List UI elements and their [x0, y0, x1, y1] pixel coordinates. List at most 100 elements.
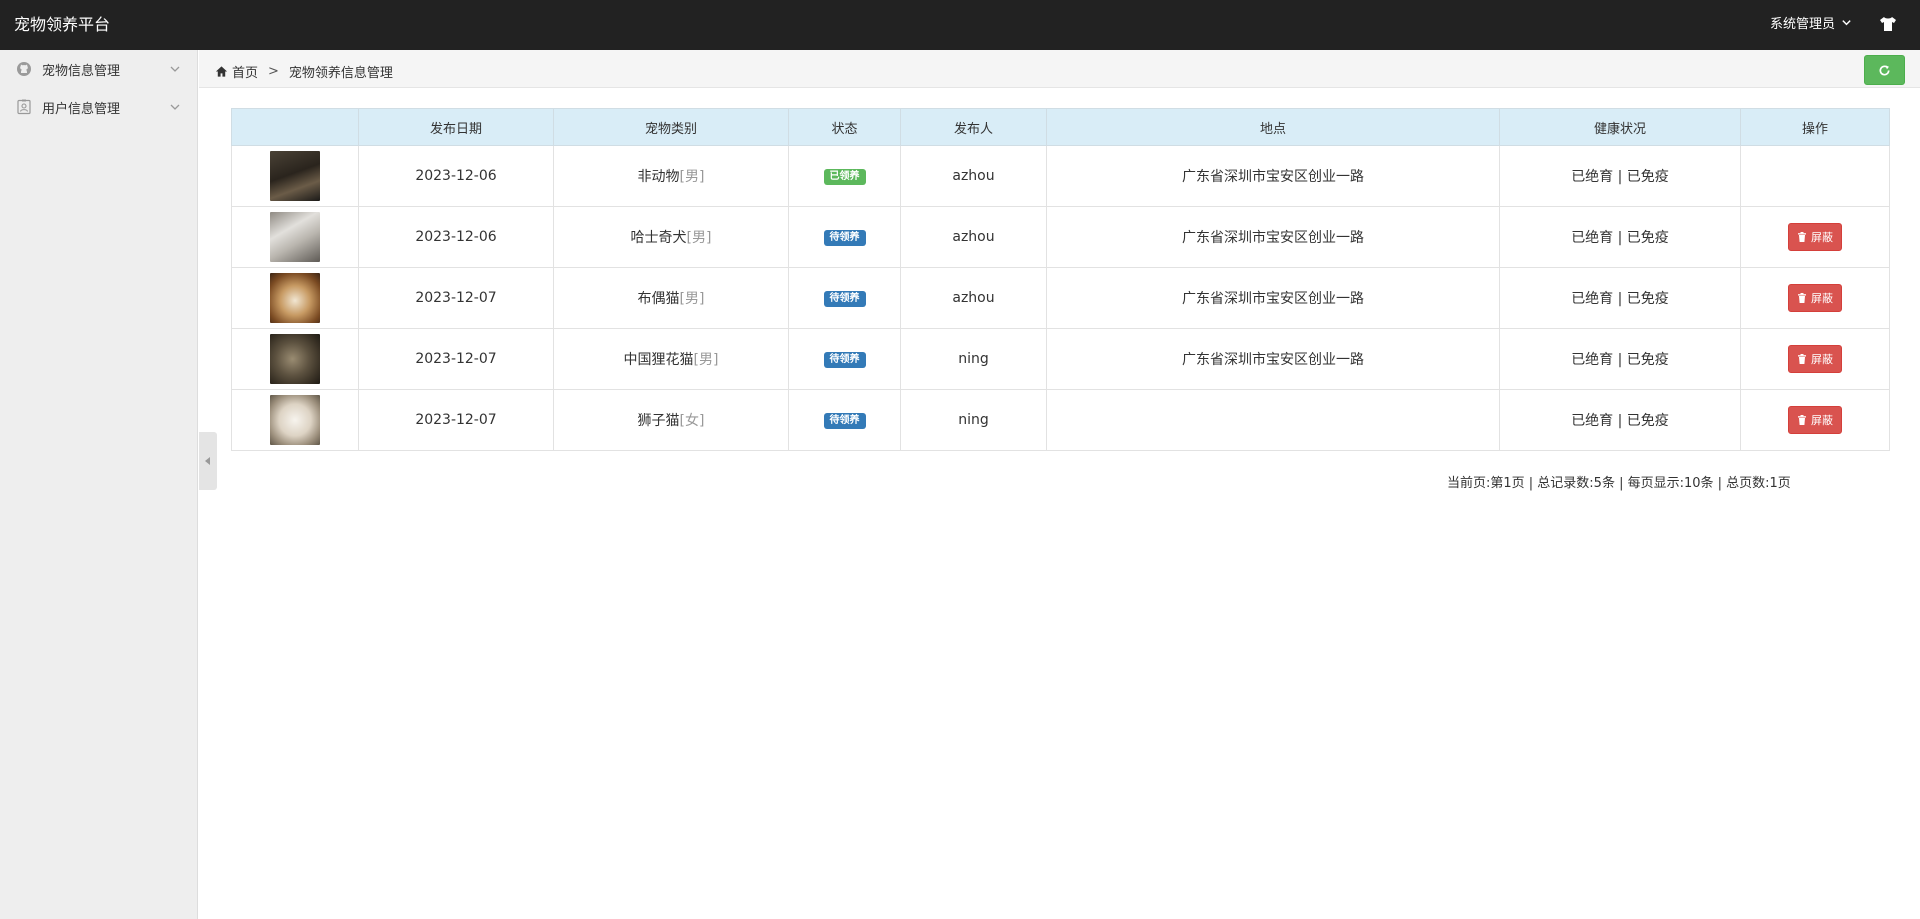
date-cell: 2023-12-07 [358, 267, 554, 329]
health-cell: 已绝育 | 已免疫 [1499, 389, 1741, 451]
location-cell: 广东省深圳市宝安区创业一路 [1046, 267, 1500, 329]
status-cell: 待领养 [788, 206, 901, 268]
pet-table-container: 发布日期 宠物类别 状态 发布人 地点 健康状况 操作 2023-12-06 非… [231, 108, 1890, 451]
date-cell: 2023-12-06 [358, 145, 554, 207]
column-header-status: 状态 [788, 108, 901, 146]
publisher-cell: azhou [900, 206, 1047, 268]
table-row: 2023-12-07 布偶猫[男] 待领养 azhou 广东省深圳市宝安区创业一… [231, 267, 1890, 329]
trash-icon [1798, 232, 1806, 242]
gender-text: [男] [693, 352, 719, 368]
status-badge: 待领养 [823, 291, 866, 307]
table-row: 2023-12-06 非动物[男] 已领养 azhou 广东省深圳市宝安区创业一… [231, 145, 1890, 207]
status-badge: 待领养 [823, 230, 866, 246]
chevron-down-icon [170, 66, 180, 72]
breadcrumb-current: 宠物领养信息管理 [288, 66, 393, 81]
sidebar: 宠物信息管理 用户信息管理 [0, 50, 198, 919]
status-badge: 待领养 [823, 413, 866, 429]
photo-cell [231, 206, 359, 268]
top-navbar: 宠物领养平台 系统管理员 [0, 0, 1920, 50]
category-cell: 狮子猫[女] [553, 389, 789, 451]
block-button[interactable]: 屏蔽 [1788, 284, 1842, 312]
app-title[interactable]: 宠物领养平台 [14, 11, 110, 35]
column-header-publisher: 发布人 [900, 108, 1047, 146]
breadcrumb: 首页 > 宠物领养信息管理 [215, 62, 393, 81]
category-text: 非动物 [637, 169, 680, 185]
breadcrumb-separator: > [268, 64, 279, 79]
status-cell: 已领养 [788, 145, 901, 207]
chevron-down-icon [170, 104, 180, 110]
block-button-label: 屏蔽 [1811, 231, 1833, 244]
sidebar-item-label: 用户信息管理 [42, 101, 121, 117]
status-cell: 待领养 [788, 389, 901, 451]
status-cell: 待领养 [788, 267, 901, 329]
refresh-button[interactable] [1864, 55, 1905, 85]
sidebar-collapse-handle[interactable] [199, 432, 217, 490]
location-cell: 广东省深圳市宝安区创业一路 [1046, 206, 1500, 268]
publisher-cell: ning [900, 389, 1047, 451]
block-button[interactable]: 屏蔽 [1788, 223, 1842, 251]
category-text: 狮子猫 [637, 413, 680, 429]
pet-thumbnail[interactable] [270, 395, 320, 445]
tshirt-icon[interactable] [1878, 14, 1898, 34]
sidebar-item-pet-info[interactable]: 宠物信息管理 [0, 50, 197, 88]
category-text: 哈士奇犬 [630, 230, 687, 246]
category-cell: 哈士奇犬[男] [553, 206, 789, 268]
location-cell: 广东省深圳市宝安区创业一路 [1046, 145, 1500, 207]
block-button[interactable]: 屏蔽 [1788, 406, 1842, 434]
action-cell: 屏蔽 [1740, 328, 1890, 390]
category-cell: 中国狸花猫[男] [553, 328, 789, 390]
chevron-down-icon [1842, 20, 1851, 26]
photo-cell [231, 328, 359, 390]
status-cell: 待领养 [788, 328, 901, 390]
caret-left-icon [205, 457, 210, 465]
pet-thumbnail[interactable] [270, 334, 320, 384]
block-button[interactable]: 屏蔽 [1788, 345, 1842, 373]
action-cell: 屏蔽 [1740, 267, 1890, 329]
sidebar-item-label: 宠物信息管理 [42, 63, 121, 79]
column-header-photo [231, 108, 359, 146]
block-button-label: 屏蔽 [1811, 414, 1833, 427]
pet-adoption-table: 发布日期 宠物类别 状态 发布人 地点 健康状况 操作 2023-12-06 非… [231, 108, 1890, 451]
trash-icon [1798, 293, 1806, 303]
trash-icon [1798, 354, 1806, 364]
github-icon [16, 61, 32, 77]
breadcrumb-home[interactable]: 首页 [232, 62, 258, 81]
gender-text: [男] [679, 169, 705, 185]
user-menu[interactable]: 系统管理员 [1770, 13, 1852, 32]
publisher-cell: ning [900, 328, 1047, 390]
pet-thumbnail[interactable] [270, 273, 320, 323]
action-cell [1740, 145, 1890, 207]
user-name: 系统管理员 [1769, 17, 1835, 32]
status-badge: 已领养 [823, 169, 866, 185]
pet-thumbnail[interactable] [270, 151, 320, 201]
block-button-label: 屏蔽 [1811, 292, 1833, 305]
table-header-row: 发布日期 宠物类别 状态 发布人 地点 健康状况 操作 [231, 108, 1890, 146]
action-cell: 屏蔽 [1740, 206, 1890, 268]
publisher-cell: azhou [900, 145, 1047, 207]
health-cell: 已绝育 | 已免疫 [1499, 267, 1741, 329]
category-cell: 布偶猫[男] [553, 267, 789, 329]
pet-thumbnail[interactable] [270, 212, 320, 262]
gender-text: [男] [679, 291, 705, 307]
table-row: 2023-12-07 中国狸花猫[男] 待领养 ning 广东省深圳市宝安区创业… [231, 328, 1890, 390]
date-cell: 2023-12-06 [358, 206, 554, 268]
column-header-actions: 操作 [1740, 108, 1890, 146]
home-icon [215, 66, 228, 77]
location-cell [1046, 389, 1500, 451]
health-cell: 已绝育 | 已免疫 [1499, 206, 1741, 268]
refresh-icon [1879, 64, 1890, 76]
publisher-cell: azhou [900, 267, 1047, 329]
sidebar-item-user-info[interactable]: 用户信息管理 [0, 88, 197, 126]
trash-icon [1798, 415, 1806, 425]
category-cell: 非动物[男] [553, 145, 789, 207]
column-header-location: 地点 [1046, 108, 1500, 146]
category-text: 布偶猫 [637, 291, 680, 307]
status-badge: 待领养 [823, 352, 866, 368]
gender-text: [女] [679, 413, 705, 429]
gender-text: [男] [686, 230, 712, 246]
photo-cell [231, 267, 359, 329]
photo-cell [231, 145, 359, 207]
table-row: 2023-12-06 哈士奇犬[男] 待领养 azhou 广东省深圳市宝安区创业… [231, 206, 1890, 268]
date-cell: 2023-12-07 [358, 389, 554, 451]
pagination-info: 当前页:第1页 | 总记录数:5条 | 每页显示:10条 | 总页数:1页 [1447, 476, 1791, 491]
